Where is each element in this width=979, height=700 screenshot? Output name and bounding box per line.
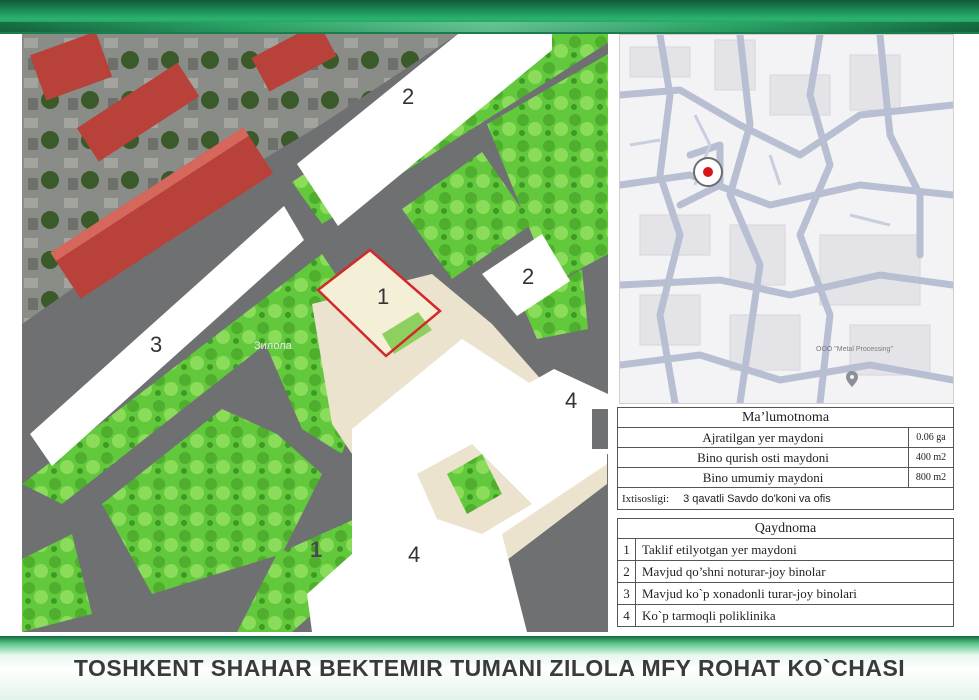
info-table: Ma’lumotnoma Ajratilgan yer maydoni 0.06… [617, 407, 954, 510]
poi-label: OOO "Metal Processing" [816, 346, 893, 353]
place-name-label: Зилола [254, 340, 293, 352]
table-row: Bino qurish osti maydoni 400 m2 [617, 447, 954, 468]
legend-number: 3 [617, 582, 636, 605]
legend-text: Mavjud ko`p xonadonli turar-joy binolari [635, 582, 954, 605]
label-building-4-right: 4 [565, 388, 577, 413]
label-building-2-top: 2 [402, 84, 414, 109]
site-plan-drawing: 1 2 2 3 4 4 Зилола 1 [22, 34, 608, 632]
legend-number: 4 [617, 604, 636, 627]
legend-text: Taklif etilyotgan yer maydoni [635, 538, 954, 561]
table-row: Bino umumiy maydoni 800 m2 [617, 467, 954, 488]
info-table-header: Ma’lumotnoma [617, 407, 954, 428]
purpose-value: 3 qavatli Savdo do'koni va ofis [683, 492, 831, 505]
table-row: Ixtisosligi: 3 qavatli Savdo do'koni va o… [617, 487, 954, 510]
legend-text: Ko`p tarmoqli poliklinika [635, 604, 954, 627]
info-value: 400 m2 [908, 447, 954, 468]
header-decorative-band [0, 0, 979, 34]
legend-header: Qaydnoma [617, 518, 954, 539]
purpose-label: Ixtisosligi: [622, 492, 670, 505]
legend-text: Mavjud qo’shni noturar-joy binolar [635, 560, 954, 583]
location-marker-dot [703, 167, 713, 177]
legend-table: Qaydnoma 1 Taklif etilyotgan yer maydoni… [617, 518, 954, 627]
label-building-2-right: 2 [522, 264, 534, 289]
label-building-4-bottom: 4 [408, 542, 420, 567]
info-label: Bino qurish osti maydoni [617, 447, 909, 468]
info-value: 0.06 ga [908, 427, 954, 448]
label-building-3: 3 [150, 332, 162, 357]
table-row: Ajratilgan yer maydoni 0.06 ga [617, 427, 954, 448]
map-plot-number: 1 [310, 537, 322, 562]
info-value: 800 m2 [908, 467, 954, 488]
purpose-cell: Ixtisosligi: 3 qavatli Savdo do'koni va o… [617, 487, 954, 510]
legend-row: 4 Ko`p tarmoqli poliklinika [617, 604, 954, 627]
label-plot-1: 1 [377, 284, 389, 309]
info-label: Bino umumiy maydoni [617, 467, 909, 488]
legend-row: 1 Taklif etilyotgan yer maydoni [617, 538, 954, 561]
legend-number: 1 [617, 538, 636, 561]
road-asphalt [592, 409, 608, 449]
site-plan-map[interactable]: 1 2 2 3 4 4 Зилола 1 [22, 34, 608, 632]
legend-row: 2 Mavjud qo’shni noturar-joy binolar [617, 560, 954, 583]
locator-map-drawing: OOO "Metal Processing" [620, 35, 953, 403]
legend-row: 3 Mavjud ko`p xonadonli turar-joy binola… [617, 582, 954, 605]
locator-map[interactable]: OOO "Metal Processing" [619, 34, 954, 404]
footer-title: TOSHKENT SHAHAR BEKTEMIR TUMANI ZILOLA M… [73, 655, 906, 681]
info-label: Ajratilgan yer maydoni [617, 427, 909, 448]
legend-number: 2 [617, 560, 636, 583]
